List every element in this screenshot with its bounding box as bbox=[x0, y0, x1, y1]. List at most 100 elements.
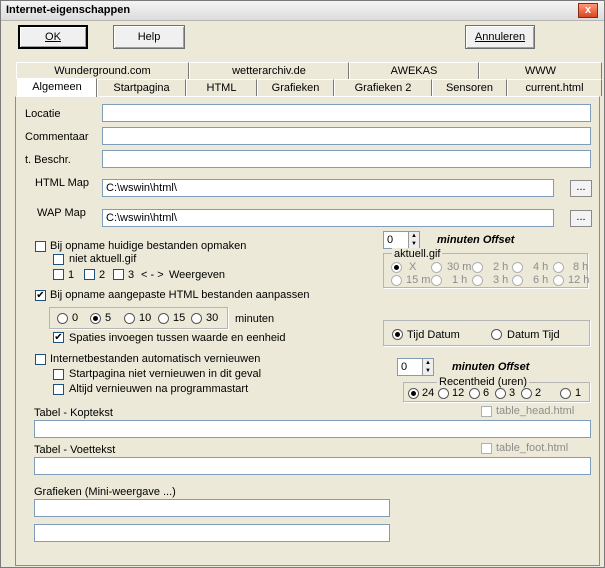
opname-huidige-label: Bij opname huidige bestanden opmaken bbox=[50, 240, 247, 252]
aktuell-radio-15m[interactable] bbox=[391, 275, 402, 286]
offset1-label: minuten Offset bbox=[437, 234, 515, 246]
tab-sensoren[interactable]: Sensoren bbox=[432, 79, 507, 96]
recentheid-6-label: 6 bbox=[483, 387, 490, 399]
aktuell-radio-3h[interactable] bbox=[472, 275, 483, 286]
altijd-label: Altijd vernieuwen na programmastart bbox=[69, 383, 249, 395]
kop-input[interactable] bbox=[34, 420, 591, 438]
recentheid-radio-24[interactable] bbox=[408, 388, 419, 399]
n1-checkbox[interactable] bbox=[53, 269, 64, 280]
recentheid-radio-1[interactable] bbox=[560, 388, 571, 399]
ok-button[interactable]: OK bbox=[18, 25, 88, 49]
aktuell-title: aktuell.gif bbox=[392, 248, 443, 260]
startpagina-checkbox[interactable] bbox=[53, 369, 64, 380]
aktuell-radio-8h[interactable] bbox=[553, 262, 564, 273]
datum-tijd-radio[interactable] bbox=[491, 329, 502, 340]
recentheid-radio-2[interactable] bbox=[521, 388, 532, 399]
recentheid-radio-12[interactable] bbox=[438, 388, 449, 399]
tab-startpagina[interactable]: Startpagina bbox=[97, 79, 186, 96]
niet-aktuell-label: niet aktuell.gif bbox=[69, 253, 137, 265]
algemeen-panel: Locatie Commentaar t. Beschr. HTML Map C… bbox=[15, 96, 600, 566]
niet-aktuell-checkbox[interactable] bbox=[53, 254, 64, 265]
altijd-checkbox[interactable] bbox=[53, 384, 64, 395]
wap-map-input[interactable]: C:\wswin\html\ bbox=[102, 209, 554, 227]
minutes-radio-15[interactable] bbox=[158, 313, 169, 324]
recentheid-radio-6[interactable] bbox=[469, 388, 480, 399]
properties-window: Internet-eigenschappen x OK Help Annuler… bbox=[0, 0, 605, 568]
n2-label: 2 bbox=[99, 269, 106, 281]
minutes-radio-10[interactable] bbox=[124, 313, 135, 324]
tab-wetterarchiv[interactable]: wetterarchiv.de bbox=[189, 62, 349, 79]
aktuell-radio-2h[interactable] bbox=[472, 262, 483, 273]
wap-map-browse-button[interactable]: ... bbox=[570, 210, 592, 227]
aktuell-radio-4h[interactable] bbox=[512, 262, 523, 273]
html-map-browse-button[interactable]: ... bbox=[570, 180, 592, 197]
offset2-value: 0 bbox=[401, 361, 408, 373]
aktuell-radio-30m[interactable] bbox=[431, 262, 442, 273]
offset2-label: minuten Offset bbox=[452, 361, 530, 373]
locatie-input[interactable] bbox=[102, 104, 591, 122]
beschr-label: t. Beschr. bbox=[25, 154, 71, 166]
minutes-radio-0[interactable] bbox=[57, 313, 68, 324]
html-map-input[interactable]: C:\wswin\html\ bbox=[102, 179, 554, 197]
offset2-spinner[interactable]: 0 ▲ ▼ bbox=[397, 358, 434, 376]
aktuell-12h-label: 12 h bbox=[568, 274, 590, 286]
help-label: Help bbox=[137, 31, 161, 43]
minutes-0-label: 0 bbox=[72, 312, 79, 324]
ok-label: OK bbox=[45, 31, 61, 43]
aktuell-2h-label: 2 h bbox=[493, 261, 509, 273]
voet-input[interactable] bbox=[34, 457, 591, 475]
help-button[interactable]: Help bbox=[113, 25, 185, 49]
recentheid-radio-3[interactable] bbox=[495, 388, 506, 399]
tab-current-html[interactable]: current.html bbox=[507, 79, 602, 96]
aktuell-30m-label: 30 m bbox=[447, 261, 472, 273]
minutes-30-label: 30 bbox=[206, 312, 219, 324]
tab-grafieken[interactable]: Grafieken bbox=[257, 79, 334, 96]
voet-label: Tabel - Voettekst bbox=[34, 444, 116, 456]
cancel-button[interactable]: Annuleren bbox=[465, 25, 535, 49]
grafieken-input-1[interactable] bbox=[34, 499, 390, 517]
opname-huidige-checkbox[interactable] bbox=[35, 241, 46, 252]
spaties-checkbox[interactable]: ✔ bbox=[53, 332, 64, 343]
internetbestanden-checkbox[interactable] bbox=[35, 354, 46, 365]
aktuell-15m-label: 15 m bbox=[406, 274, 431, 286]
opname-html-label: Bij opname aangepaste HTML bestanden aan… bbox=[50, 289, 310, 301]
tab-algemeen[interactable]: Algemeen bbox=[17, 78, 97, 97]
n2-checkbox[interactable] bbox=[84, 269, 95, 280]
aktuell-radio-6h[interactable] bbox=[512, 275, 523, 286]
cancel-label: Annuleren bbox=[474, 31, 526, 43]
grafieken-label: Grafieken (Mini-weergave ...) bbox=[34, 486, 176, 498]
aktuell-4h-label: 4 h bbox=[533, 261, 549, 273]
aktuell-radio-1h[interactable] bbox=[431, 275, 442, 286]
arrows-label: < - > bbox=[141, 269, 164, 281]
minutes-radio-30[interactable] bbox=[191, 313, 202, 324]
minutes-10-label: 10 bbox=[139, 312, 152, 324]
spin-arrows-icon[interactable]: ▲ ▼ bbox=[422, 359, 433, 375]
tab-grafieken-2[interactable]: Grafieken 2 bbox=[334, 79, 432, 96]
commentaar-input[interactable] bbox=[102, 127, 591, 145]
minutes-suffix: minuten bbox=[235, 313, 275, 325]
n3-checkbox[interactable] bbox=[113, 269, 124, 280]
tijd-datum-radio[interactable] bbox=[392, 329, 403, 340]
recentheid-2-label: 2 bbox=[535, 387, 542, 399]
title-bar: Internet-eigenschappen x bbox=[1, 1, 604, 21]
offset1-spinner[interactable]: 0 ▲ ▼ bbox=[383, 231, 420, 249]
tab-www[interactable]: WWW bbox=[479, 62, 602, 79]
internetbestanden-label: Internetbestanden automatisch vernieuwen bbox=[50, 353, 261, 365]
minutes-radio-5[interactable] bbox=[90, 313, 101, 324]
table-foot-checkbox[interactable] bbox=[481, 443, 492, 454]
close-button[interactable]: x bbox=[578, 3, 598, 18]
grafieken-input-2[interactable] bbox=[34, 524, 390, 542]
aktuell-radio-12h[interactable] bbox=[553, 275, 564, 286]
opname-html-checkbox[interactable]: ✔ bbox=[35, 290, 46, 301]
tab-awekas[interactable]: AWEKAS bbox=[349, 62, 479, 79]
beschr-input[interactable] bbox=[102, 150, 591, 168]
table-head-checkbox[interactable] bbox=[481, 406, 492, 417]
spin-arrows-icon[interactable]: ▲ ▼ bbox=[408, 232, 419, 248]
tab-html[interactable]: HTML bbox=[186, 79, 257, 96]
startpagina-label: Startpagina niet vernieuwen in dit geval bbox=[69, 368, 262, 380]
aktuell-radio-x[interactable] bbox=[391, 262, 402, 273]
table-head-label: table_head.html bbox=[496, 405, 575, 417]
aktuell-3h-label: 3 h bbox=[493, 274, 509, 286]
tab-wunderground[interactable]: Wunderground.com bbox=[16, 62, 189, 79]
table-foot-label: table_foot.html bbox=[496, 442, 569, 454]
